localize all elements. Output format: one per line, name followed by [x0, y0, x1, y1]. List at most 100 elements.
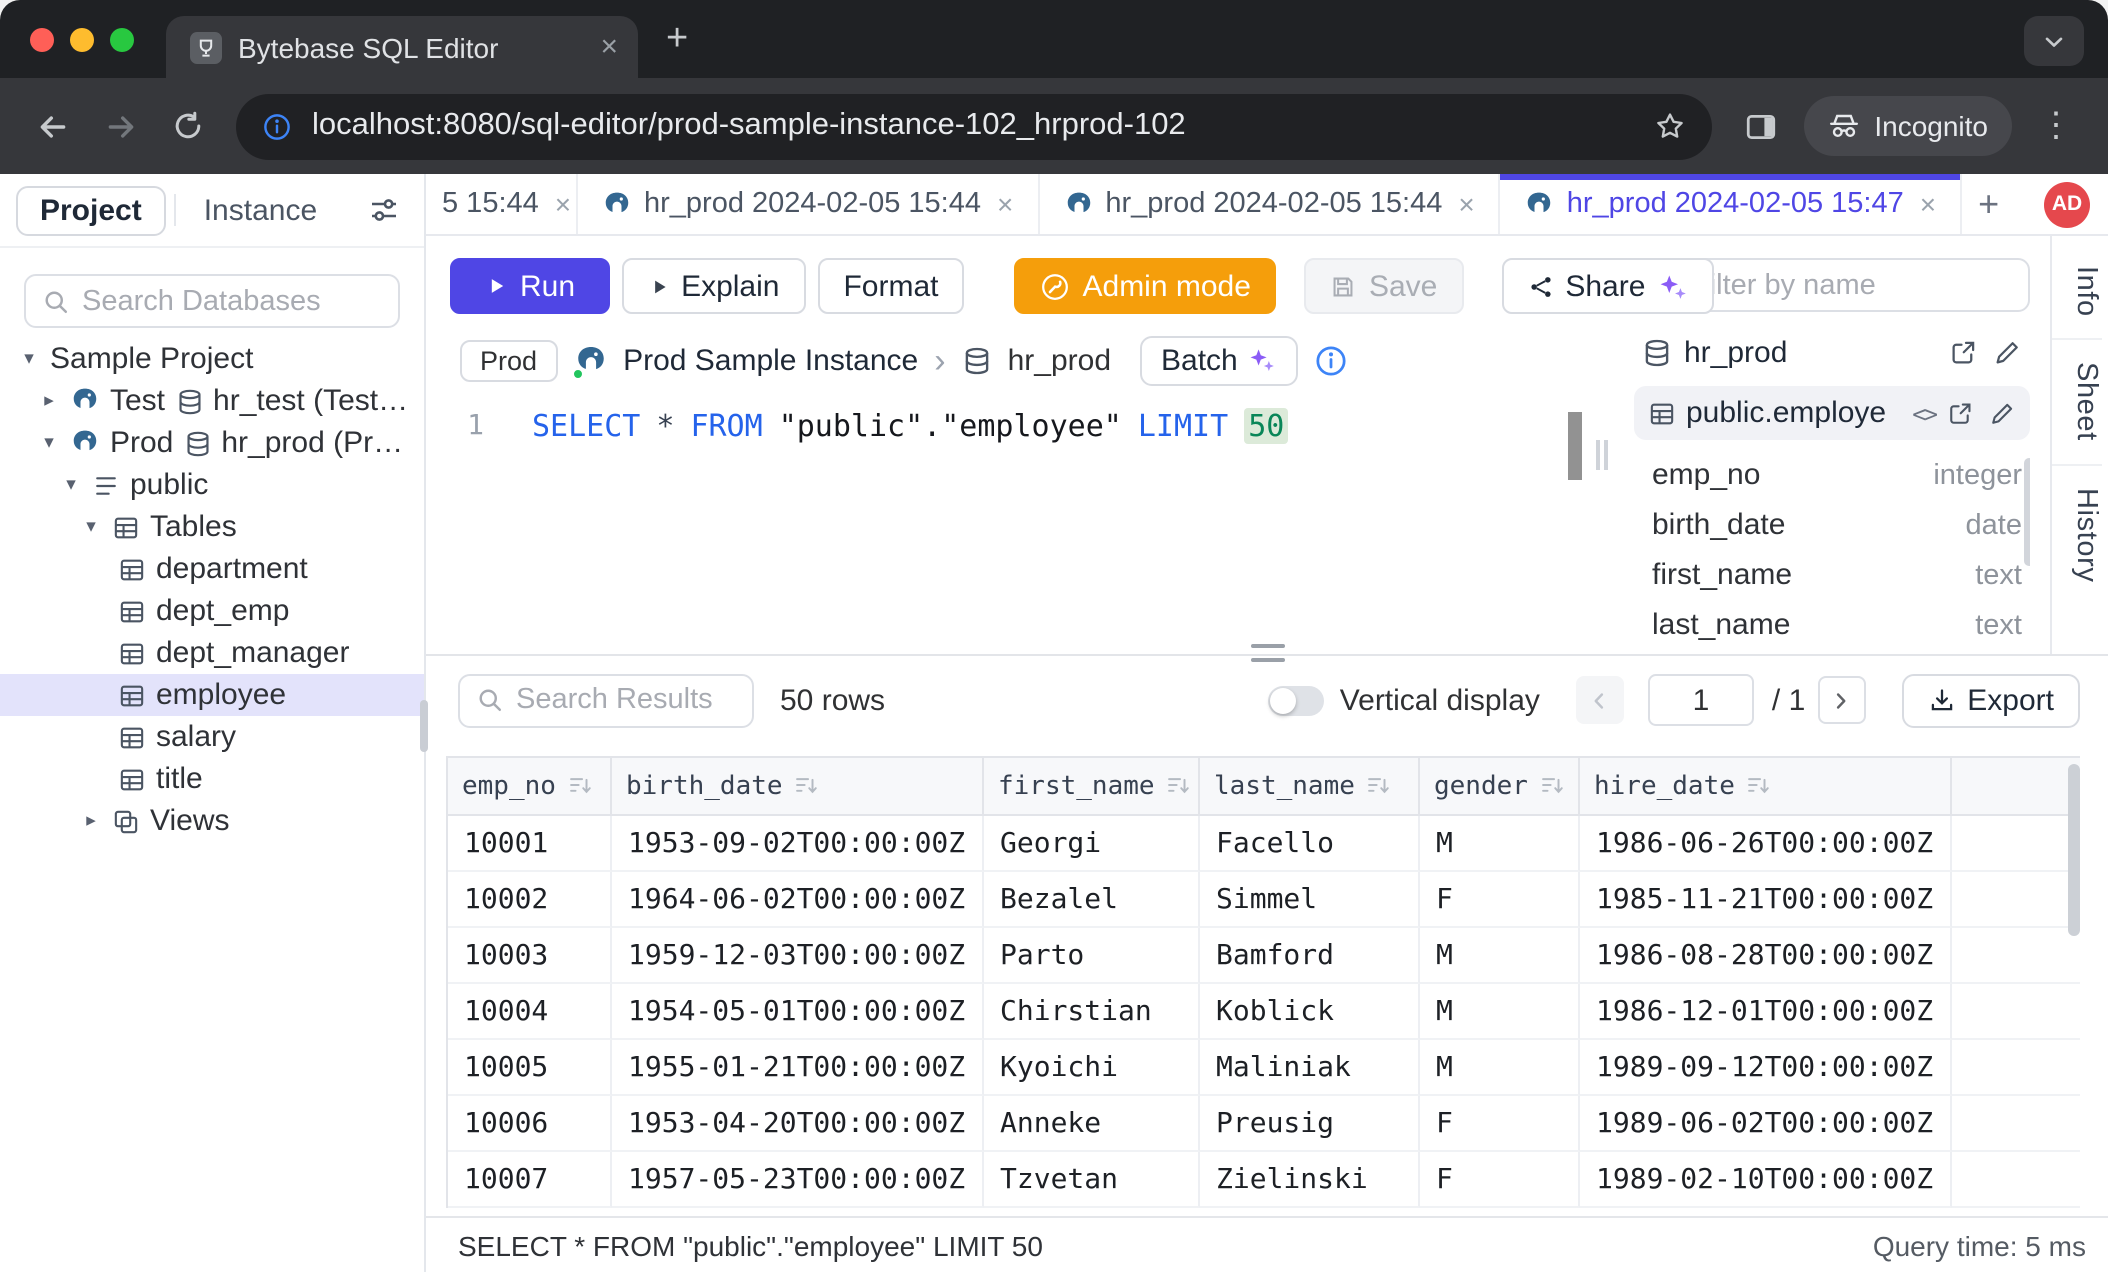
tree-item-test-env[interactable]: ▸ Test hr_test (Test…	[0, 380, 424, 422]
query-tab-3-active[interactable]: hr_prod 2024-02-05 15:47 ×	[1501, 174, 1962, 234]
schema-filter-input[interactable]	[1692, 269, 2012, 301]
tab-search-button[interactable]	[2024, 16, 2084, 66]
site-info-icon[interactable]	[262, 111, 292, 141]
reload-button[interactable]	[156, 94, 220, 158]
panel-resize-handle[interactable]	[1596, 440, 1608, 470]
admin-mode-button[interactable]: Admin mode	[1015, 258, 1277, 314]
column-header-first-name[interactable]: first_name	[984, 758, 1200, 816]
tree-settings-button[interactable]	[368, 194, 400, 226]
tab-instance[interactable]: Instance	[184, 187, 337, 233]
results-search[interactable]	[458, 673, 754, 727]
query-tab-1[interactable]: hr_prod 2024-02-05 15:44 ×	[578, 174, 1039, 234]
sidebar-resize-handle[interactable]	[420, 700, 428, 752]
database-search-input[interactable]	[82, 285, 382, 317]
schema-table-row[interactable]: public.employe <>	[1634, 386, 2030, 440]
next-page-button[interactable]	[1817, 676, 1865, 724]
column-header-gender[interactable]: gender	[1420, 758, 1580, 816]
query-tab-overflow[interactable]: 5 15:44 ×	[426, 174, 578, 234]
database-search[interactable]	[24, 274, 400, 328]
tree-item-views-group[interactable]: ▸ Views	[0, 800, 424, 842]
new-query-tab-button[interactable]: +	[1978, 183, 1999, 225]
tab-sheet[interactable]: Sheet	[2052, 339, 2102, 464]
cell: 1953-04-20T00:00:00Z	[612, 1096, 984, 1152]
cell: 10007	[448, 1152, 612, 1208]
tree-item-table-dept-manager[interactable]: dept_manager	[0, 632, 424, 674]
sort-icon[interactable]	[1367, 774, 1391, 798]
tab-project[interactable]: Project	[16, 185, 166, 235]
tab-history[interactable]: History	[2052, 464, 2102, 604]
tree-item-prod-env[interactable]: ▾ Prod hr_prod (Pr…	[0, 422, 424, 464]
close-window-button[interactable]	[30, 27, 54, 51]
table-icon	[118, 681, 146, 709]
code-icon[interactable]: <>	[1912, 399, 1936, 427]
chevron-right-icon[interactable]: ▸	[38, 390, 60, 412]
database-name[interactable]: hr_prod	[1008, 343, 1111, 377]
tree-item-schema-public[interactable]: ▾ public	[0, 464, 424, 506]
close-tab-icon[interactable]: ×	[997, 188, 1013, 220]
run-button[interactable]: Run	[450, 258, 609, 314]
tree-item-table-title[interactable]: title	[0, 758, 424, 800]
query-tab-2[interactable]: hr_prod 2024-02-05 15:44 ×	[1039, 174, 1500, 234]
close-tab-icon[interactable]: ×	[1920, 188, 1936, 220]
new-tab-button[interactable]: +	[666, 17, 688, 61]
address-bar[interactable]: localhost:8080/sql-editor/prod-sample-in…	[236, 93, 1712, 159]
vertical-display-toggle[interactable]	[1268, 685, 1324, 715]
sort-icon[interactable]	[568, 774, 592, 798]
back-button[interactable]	[20, 94, 84, 158]
tree-item-table-department[interactable]: department	[0, 548, 424, 590]
sort-icon[interactable]	[1747, 774, 1771, 798]
tree-item-table-employee[interactable]: employee	[0, 674, 424, 716]
results-search-input[interactable]	[516, 684, 736, 716]
sort-icon[interactable]	[1167, 774, 1191, 798]
chevron-down-icon[interactable]: ▾	[80, 516, 102, 538]
external-link-icon[interactable]	[1946, 399, 1974, 427]
splitter-handle[interactable]	[1250, 644, 1284, 662]
close-tab-icon[interactable]: ×	[1458, 188, 1474, 220]
sql-editor[interactable]: 1 SELECT * FROM "public"."employee" LIMI…	[426, 394, 1588, 654]
tree-item-table-salary[interactable]: salary	[0, 716, 424, 758]
close-tab-icon[interactable]: ×	[600, 32, 618, 62]
chevron-down-icon[interactable]: ▾	[60, 474, 82, 496]
tree-item-tables-group[interactable]: ▾ Tables	[0, 506, 424, 548]
column-header-emp-no[interactable]: emp_no	[448, 758, 612, 816]
chevron-right-icon[interactable]: ▸	[80, 810, 102, 832]
schema-database-row[interactable]: hr_prod	[1634, 330, 2030, 374]
batch-button[interactable]: Batch	[1139, 335, 1298, 385]
browser-tab[interactable]: Bytebase SQL Editor ×	[166, 16, 638, 78]
editor-scrollbar[interactable]	[1568, 412, 1582, 480]
info-icon[interactable]	[1314, 343, 1348, 377]
tree-item-table-dept-emp[interactable]: dept_emp	[0, 590, 424, 632]
breadcrumb-chevron-icon: ›	[934, 343, 945, 377]
schema-scrollbar[interactable]	[2024, 458, 2030, 566]
page-number-input[interactable]	[1648, 674, 1754, 726]
tree-item-project[interactable]: ▾ Sample Project	[0, 338, 424, 380]
cell: Koblick	[1200, 984, 1420, 1040]
sort-icon[interactable]	[1540, 774, 1564, 798]
save-button[interactable]: Save	[1305, 258, 1463, 314]
browser-menu-button[interactable]: ⋮	[2024, 94, 2088, 158]
chevron-down-icon[interactable]: ▾	[38, 432, 60, 454]
chevron-down-icon[interactable]: ▾	[18, 348, 40, 370]
tab-info[interactable]: Info	[2052, 244, 2102, 339]
edit-pencil-icon[interactable]	[1988, 399, 2016, 427]
format-button[interactable]: Format	[817, 258, 964, 314]
zoom-window-button[interactable]	[110, 27, 134, 51]
schema-table-name: public.employe	[1686, 396, 1902, 430]
side-panel-button[interactable]	[1728, 94, 1792, 158]
explain-button[interactable]: Explain	[621, 258, 805, 314]
results-scrollbar[interactable]	[2068, 764, 2080, 936]
sort-icon[interactable]	[795, 774, 819, 798]
column-header-hire-date[interactable]: hire_date	[1580, 758, 1952, 816]
minimize-window-button[interactable]	[70, 27, 94, 51]
avatar[interactable]: AD	[2044, 181, 2090, 227]
export-button[interactable]: Export	[1901, 673, 2080, 727]
forward-button[interactable]	[88, 94, 152, 158]
prev-page-button[interactable]	[1576, 676, 1624, 724]
edit-pencil-icon[interactable]	[1992, 337, 2022, 367]
bookmark-star-icon[interactable]	[1654, 110, 1686, 142]
external-link-icon[interactable]	[1948, 337, 1978, 367]
column-header-birth-date[interactable]: birth_date	[612, 758, 984, 816]
close-tab-icon[interactable]: ×	[555, 188, 571, 220]
instance-name[interactable]: Prod Sample Instance	[623, 343, 918, 377]
column-header-last-name[interactable]: last_name	[1200, 758, 1420, 816]
